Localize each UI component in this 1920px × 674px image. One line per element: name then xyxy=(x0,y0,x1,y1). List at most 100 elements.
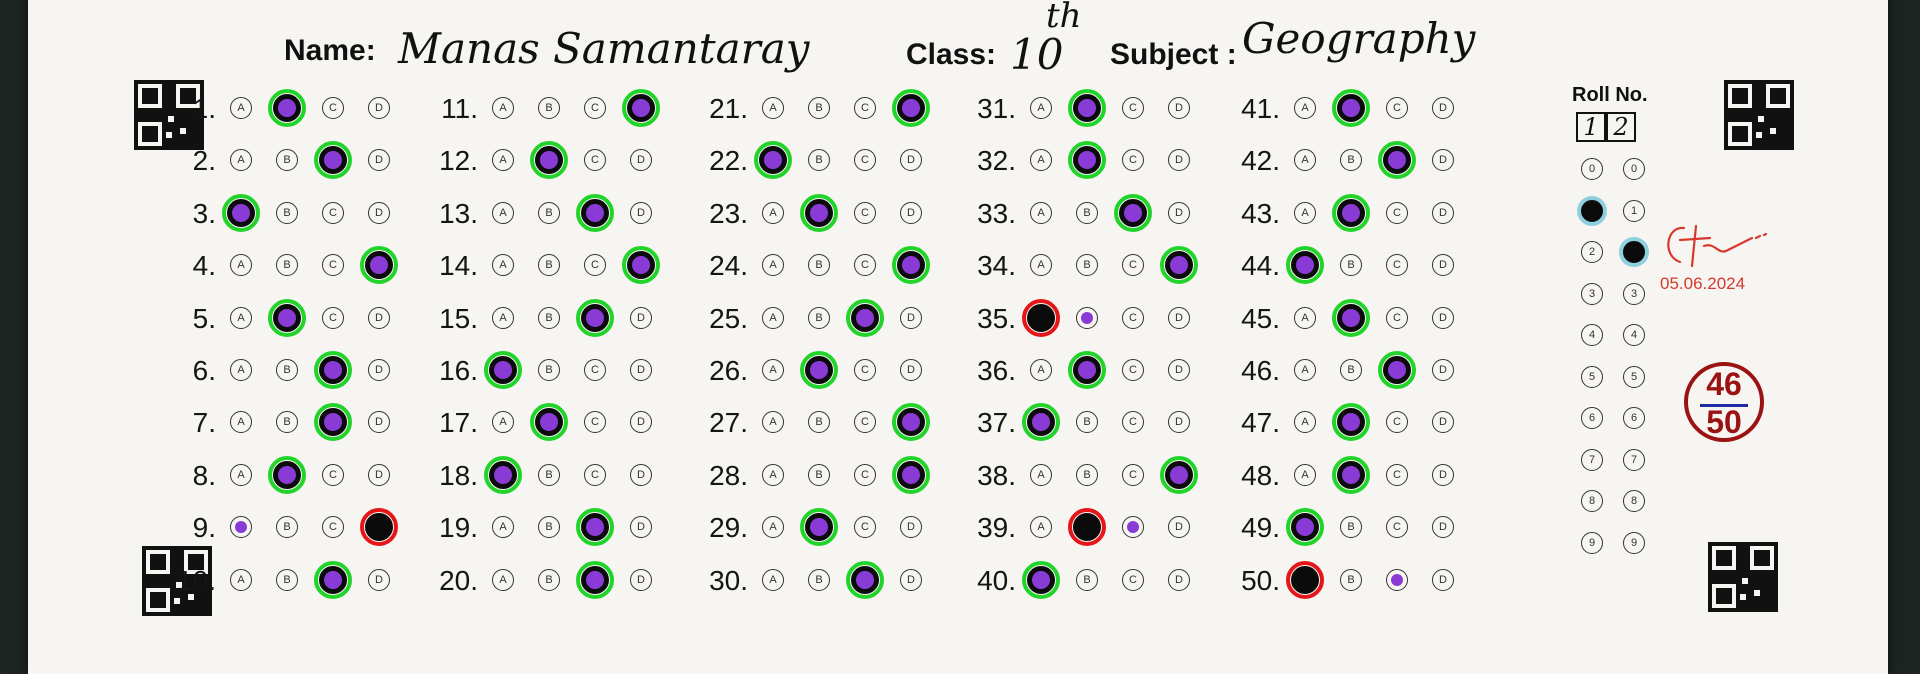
option-bubble[interactable]: D xyxy=(630,359,652,381)
option-bubble[interactable]: A xyxy=(1294,201,1316,224)
option-bubble[interactable]: C xyxy=(319,408,347,437)
option-bubble[interactable]: A xyxy=(230,568,252,591)
option-bubble[interactable]: B xyxy=(1337,303,1365,332)
option-bubble[interactable]: C xyxy=(322,463,344,486)
option-bubble[interactable]: C xyxy=(854,254,876,277)
option-bubble[interactable]: D xyxy=(1168,411,1190,434)
option-bubble[interactable]: D xyxy=(897,94,925,122)
option-bubble[interactable]: D xyxy=(1432,306,1454,329)
option-bubble[interactable]: B xyxy=(808,149,830,172)
option-bubble[interactable]: D xyxy=(368,359,390,381)
option-bubble[interactable]: C xyxy=(851,565,879,594)
option-bubble[interactable]: C xyxy=(1386,97,1408,119)
option-bubble[interactable]: C xyxy=(1386,516,1408,539)
option-bubble[interactable]: C xyxy=(581,198,609,227)
option-bubble[interactable]: A xyxy=(1294,97,1316,119)
option-bubble[interactable]: D xyxy=(630,306,652,329)
roll-bubble[interactable]: 9 xyxy=(1623,531,1645,554)
option-bubble[interactable]: C xyxy=(1386,568,1408,591)
option-bubble[interactable]: B xyxy=(1340,516,1362,539)
option-bubble[interactable]: A xyxy=(227,198,255,227)
option-bubble[interactable]: C xyxy=(322,516,344,539)
option-bubble[interactable]: A xyxy=(492,254,514,277)
option-bubble[interactable]: D xyxy=(1165,460,1193,489)
option-bubble[interactable]: A xyxy=(1027,408,1055,437)
option-bubble[interactable]: B xyxy=(805,198,833,227)
option-bubble[interactable]: A xyxy=(492,149,514,172)
option-bubble[interactable]: B xyxy=(1340,359,1362,381)
option-bubble[interactable]: A xyxy=(1294,306,1316,329)
option-bubble[interactable]: A xyxy=(762,359,784,381)
roll-bubble[interactable]: 8 xyxy=(1581,490,1603,512)
option-bubble[interactable]: C xyxy=(1386,463,1408,486)
option-bubble[interactable]: B xyxy=(276,359,298,381)
option-bubble[interactable]: C xyxy=(322,306,344,329)
option-bubble[interactable]: D xyxy=(900,149,922,172)
option-bubble[interactable]: D xyxy=(630,463,652,486)
option-bubble[interactable]: C xyxy=(581,565,609,594)
option-bubble[interactable]: B xyxy=(1076,411,1098,434)
option-bubble[interactable]: B xyxy=(808,306,830,329)
option-bubble[interactable]: D xyxy=(1168,201,1190,224)
option-bubble[interactable]: D xyxy=(1168,359,1190,381)
option-bubble[interactable]: D xyxy=(627,94,655,122)
option-bubble[interactable]: D xyxy=(1168,306,1190,329)
roll-bubble[interactable]: 1 xyxy=(1623,199,1645,222)
option-bubble[interactable]: C xyxy=(584,149,606,172)
option-bubble[interactable]: A xyxy=(762,306,784,329)
option-bubble[interactable]: A xyxy=(489,356,517,384)
option-bubble[interactable]: B xyxy=(1337,94,1365,122)
option-bubble[interactable]: B xyxy=(535,146,563,175)
option-bubble[interactable]: D xyxy=(1432,201,1454,224)
option-bubble[interactable]: A xyxy=(492,568,514,591)
option-bubble[interactable]: D xyxy=(1432,411,1454,434)
option-bubble[interactable]: A xyxy=(1030,516,1052,539)
option-bubble[interactable]: C xyxy=(584,254,606,277)
option-bubble[interactable]: C xyxy=(584,463,606,486)
option-bubble[interactable]: B xyxy=(538,97,560,119)
option-bubble[interactable]: B xyxy=(1076,568,1098,591)
roll-bubble[interactable]: 5 xyxy=(1623,365,1645,388)
option-bubble[interactable]: A xyxy=(762,516,784,539)
option-bubble[interactable]: A xyxy=(1294,149,1316,172)
option-bubble[interactable]: A xyxy=(230,254,252,277)
option-bubble[interactable]: D xyxy=(900,568,922,591)
option-bubble[interactable]: D xyxy=(1168,97,1190,119)
roll-bubble[interactable]: 3 xyxy=(1581,282,1603,305)
option-bubble[interactable]: C xyxy=(584,97,606,119)
option-bubble[interactable]: B xyxy=(1073,513,1101,542)
option-bubble[interactable]: D xyxy=(1432,463,1454,486)
option-bubble[interactable]: B xyxy=(538,568,560,591)
option-bubble[interactable]: A xyxy=(1294,463,1316,486)
option-bubble[interactable]: C xyxy=(854,201,876,224)
option-bubble[interactable]: A xyxy=(1030,359,1052,381)
option-bubble[interactable]: B xyxy=(808,411,830,434)
option-bubble[interactable]: D xyxy=(897,408,925,437)
option-bubble[interactable]: B xyxy=(538,201,560,224)
option-bubble[interactable]: C xyxy=(1122,411,1144,434)
option-bubble[interactable]: A xyxy=(1030,201,1052,224)
roll-bubble[interactable]: 0 xyxy=(1581,158,1603,180)
option-bubble[interactable]: D xyxy=(1432,568,1454,591)
option-bubble[interactable]: A xyxy=(1027,565,1055,594)
option-bubble[interactable]: C xyxy=(854,463,876,486)
option-bubble[interactable]: D xyxy=(1165,251,1193,280)
option-bubble[interactable]: C xyxy=(1386,411,1408,434)
option-bubble[interactable]: D xyxy=(1432,254,1454,277)
option-bubble[interactable]: A xyxy=(1030,97,1052,119)
option-bubble[interactable]: A xyxy=(1030,149,1052,172)
option-bubble[interactable]: B xyxy=(1073,94,1101,122)
option-bubble[interactable]: D xyxy=(1432,516,1454,539)
option-bubble[interactable]: A xyxy=(759,146,787,175)
option-bubble[interactable]: D xyxy=(368,568,390,591)
option-bubble[interactable]: C xyxy=(1386,201,1408,224)
option-bubble[interactable]: A xyxy=(762,568,784,591)
option-bubble[interactable]: C xyxy=(1386,254,1408,277)
option-bubble[interactable]: B xyxy=(535,408,563,437)
option-bubble[interactable]: C xyxy=(581,513,609,542)
option-bubble[interactable]: C xyxy=(851,303,879,332)
option-bubble[interactable]: A xyxy=(230,149,252,172)
option-bubble[interactable]: C xyxy=(1383,146,1411,175)
option-bubble[interactable]: C xyxy=(1122,463,1144,486)
option-bubble[interactable]: C xyxy=(1119,198,1147,227)
